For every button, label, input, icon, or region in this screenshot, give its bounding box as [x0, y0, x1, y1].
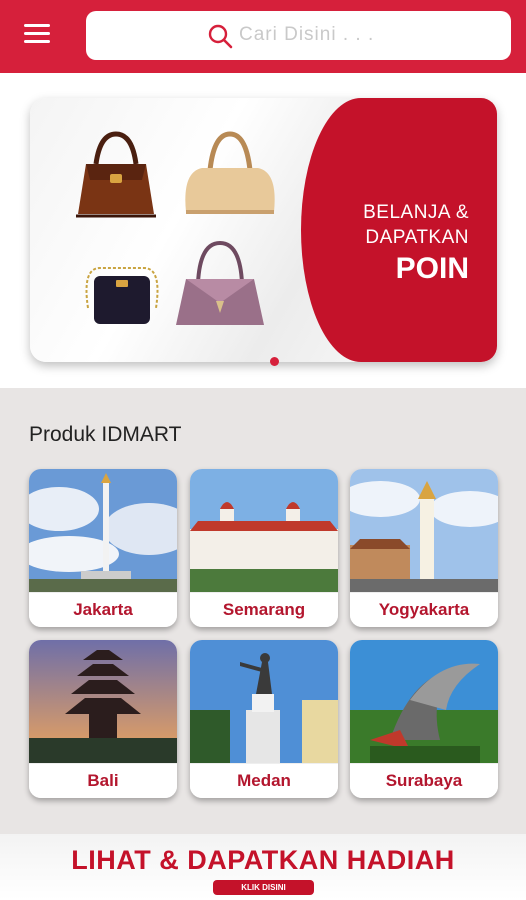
city-card-bali[interactable]: Bali: [29, 640, 177, 798]
city-label: Surabaya: [350, 763, 498, 798]
mauve-handbag-image: [176, 240, 264, 325]
city-card-semarang[interactable]: Semarang: [190, 469, 338, 627]
city-label: Yogyakarta: [350, 592, 498, 627]
banner-line-2: DAPATKAN: [365, 227, 469, 248]
reward-banner[interactable]: LIHAT & DAPATKAN HADIAH KLIK DISINI: [0, 834, 526, 900]
banner-line-3: POIN: [395, 252, 469, 285]
city-card-medan[interactable]: Medan: [190, 640, 338, 798]
banner-line-1: BELANJA &: [363, 202, 469, 223]
promo-banner[interactable]: BELANJA & DAPATKAN POIN: [30, 98, 497, 362]
medan-statue-image: [190, 640, 338, 763]
search-bar[interactable]: [86, 11, 511, 60]
yogyakarta-tugu-image: [350, 469, 498, 592]
carousel-indicator-dot[interactable]: [270, 357, 279, 366]
bali-temple-image: [29, 640, 177, 763]
reward-title: LIHAT & DAPATKAN HADIAH: [71, 845, 455, 875]
black-chain-bag-image: [85, 267, 159, 324]
semarang-building-image: [190, 469, 338, 592]
city-label: Medan: [190, 763, 338, 798]
click-here-button[interactable]: KLIK DISINI: [213, 880, 314, 895]
surabaya-statue-image: [350, 640, 498, 763]
banner-text: BELANJA & DAPATKAN POIN: [363, 200, 469, 288]
brown-handbag-image: [76, 131, 156, 218]
city-label: Bali: [29, 763, 177, 798]
city-label: Jakarta: [29, 592, 177, 627]
jakarta-monument-image: [29, 469, 177, 592]
city-label: Semarang: [190, 592, 338, 627]
products-section: Produk IDMART Jakarta Semarang Yogyakart…: [0, 388, 526, 834]
section-title: Produk IDMART: [29, 423, 182, 446]
top-app-bar: [0, 0, 526, 73]
beige-handbag-image: [185, 131, 275, 214]
city-card-jakarta[interactable]: Jakarta: [29, 469, 177, 627]
city-card-yogyakarta[interactable]: Yogyakarta: [350, 469, 498, 627]
search-icon: [208, 24, 233, 49]
hamburger-menu-icon[interactable]: [24, 24, 52, 48]
banner-section: BELANJA & DAPATKAN POIN: [0, 73, 526, 388]
city-card-surabaya[interactable]: Surabaya: [350, 640, 498, 798]
search-input[interactable]: [239, 19, 489, 51]
